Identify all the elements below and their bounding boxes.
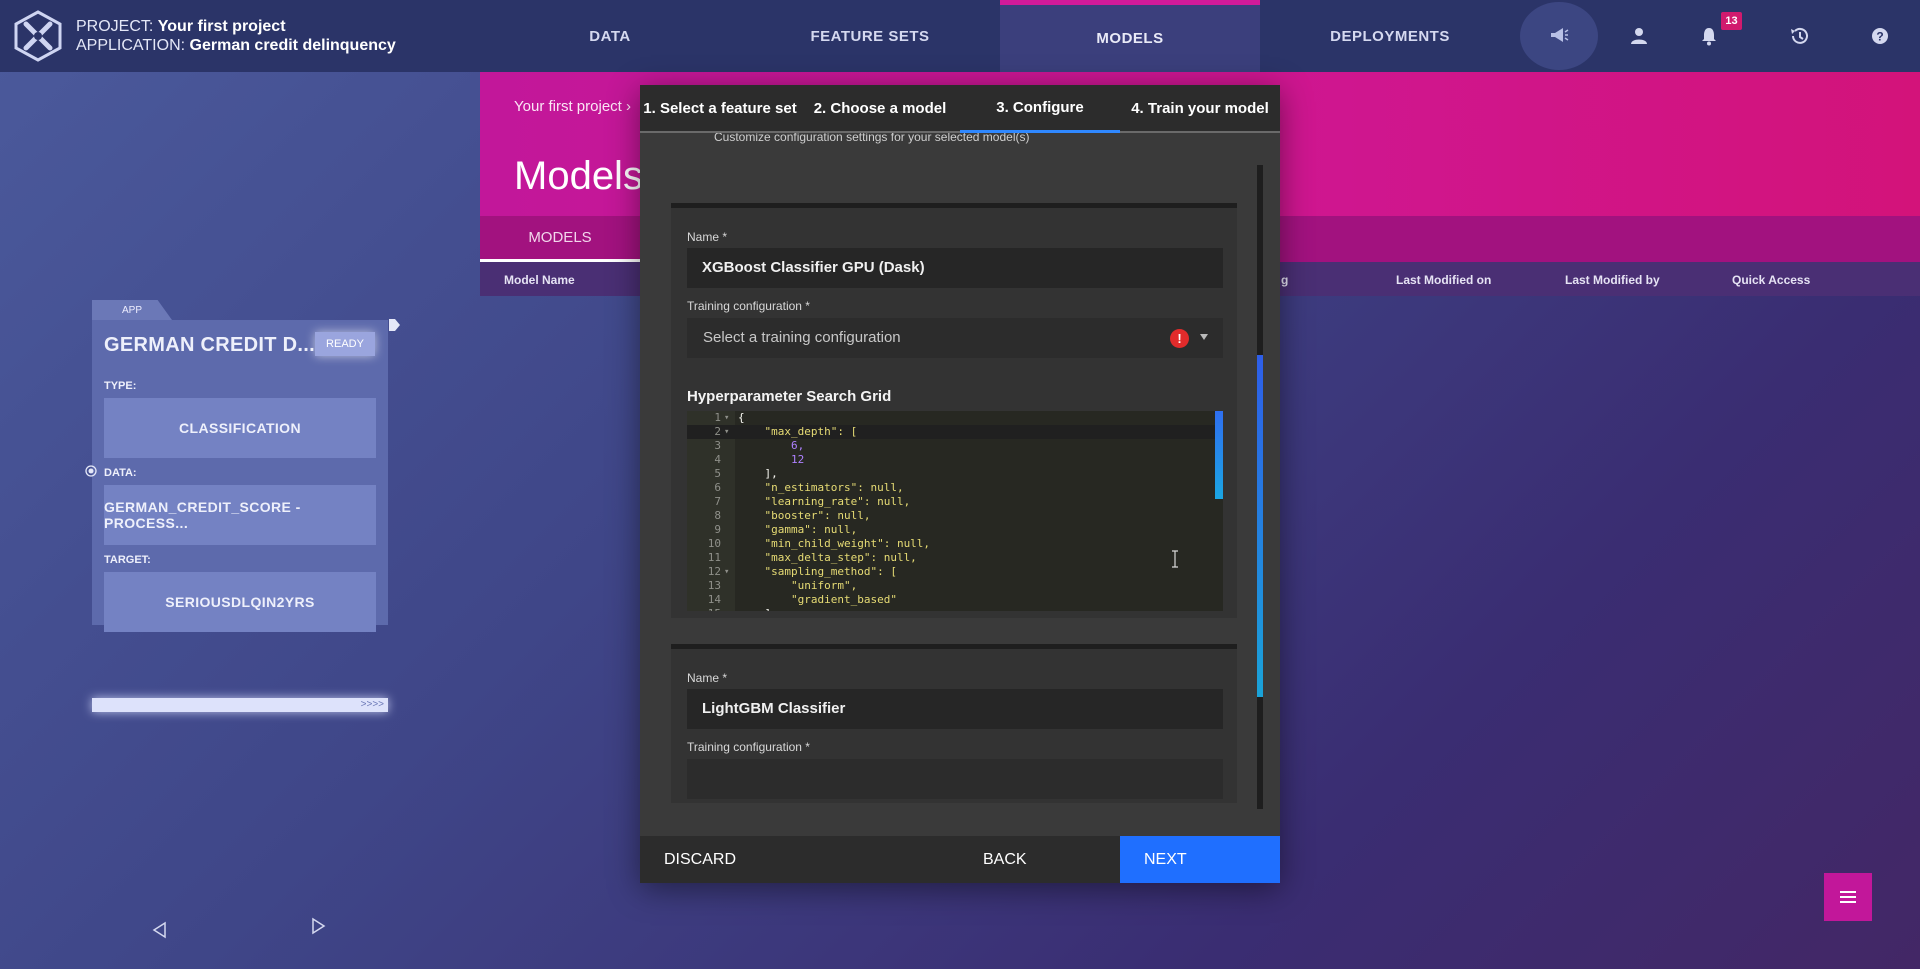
type-label: TYPE: [104, 380, 137, 392]
data-value[interactable]: GERMAN_CREDIT_SCORE - PROCESS... [104, 485, 376, 545]
status-badge: READY [315, 332, 375, 356]
code-line: 13 "uniform", [707, 579, 858, 592]
radio-dot-icon[interactable] [85, 465, 97, 477]
step-select-feature-set[interactable]: 1. Select a feature set [640, 85, 800, 133]
nav-tab-deployments[interactable]: DEPLOYMENTS [1260, 0, 1520, 72]
application-label: APPLICATION: [76, 37, 186, 54]
name-label: Name * [687, 671, 728, 685]
type-value[interactable]: CLASSIFICATION [104, 398, 376, 458]
training-config-select[interactable] [687, 759, 1223, 799]
code-line: 10 "min_child_weight": null, [707, 537, 931, 550]
model-name-input[interactable]: XGBoost Classifier GPU (Dask) [687, 248, 1223, 288]
code-line: 5 ], [714, 467, 778, 480]
model-config-card: Name * XGBoost Classifier GPU (Dask) Tra… [671, 203, 1237, 618]
target-label: TARGET: [104, 554, 151, 566]
history-icon [1791, 27, 1808, 44]
expand-arrow-icon[interactable] [387, 318, 401, 332]
menu-button[interactable] [1824, 873, 1872, 921]
column-partial[interactable]: g [1281, 273, 1288, 287]
hyperparameter-code-editor[interactable]: 1 ▾{ 2 ▾ "max_depth": [ 3 6, 4 12 5 ], 6 "… [687, 411, 1223, 611]
text-cursor-icon [1172, 550, 1178, 568]
next-button[interactable]: NEXT [1120, 836, 1280, 883]
code-line: 3 6, [714, 439, 805, 452]
dialog-footer: DISCARD BACK NEXT [640, 836, 1280, 883]
training-config-label: Training configuration * [687, 740, 810, 754]
help-icon: ? [1872, 28, 1888, 44]
code-line: 7 "learning_rate": null, [714, 495, 911, 508]
menu-icon [1840, 891, 1856, 893]
name-label: Name * [687, 230, 728, 244]
column-quick-access[interactable]: Quick Access [1732, 273, 1810, 287]
app-card-body: GERMAN CREDIT D... READY TYPE: CLASSIFIC… [92, 320, 388, 632]
app-title: GERMAN CREDIT D... [104, 334, 315, 356]
column-last-modified-by[interactable]: Last Modified by [1565, 273, 1660, 287]
code-line: 4 12 [714, 453, 805, 466]
discard-button[interactable]: DISCARD [664, 836, 736, 883]
target-value[interactable]: SERIOUSDLQIN2YRS [104, 572, 376, 632]
data-label: DATA: [104, 467, 137, 479]
code-line: 6 "n_estimators": null, [714, 481, 904, 494]
code-line: 11 "max_delta_step": null, [707, 551, 917, 564]
nav-tab-models[interactable]: MODELS [1000, 0, 1260, 72]
training-config-label: Training configuration * [687, 299, 810, 313]
training-config-select[interactable]: Select a training configuration ! [687, 318, 1223, 358]
help-button[interactable]: ? [1862, 18, 1898, 54]
stepper: 1. Select a feature set 2. Choose a mode… [640, 85, 1280, 133]
user-icon [1631, 28, 1647, 44]
page-title: Models [514, 154, 643, 198]
dialog-scrollbar-thumb[interactable] [1257, 355, 1263, 697]
announcement-button[interactable] [1520, 2, 1598, 70]
editor-scrollbar[interactable] [1215, 411, 1223, 499]
code-line: 14 "gradient_based" [707, 593, 897, 606]
code-line: 12 ▾ "sampling_method": [ [707, 565, 897, 578]
svg-text:?: ? [1876, 30, 1883, 44]
user-button[interactable] [1621, 18, 1657, 54]
train-model-dialog: 1. Select a feature set 2. Choose a mode… [640, 85, 1280, 883]
back-button[interactable]: BACK [983, 836, 1027, 883]
app-progress-bar: >>>> [92, 698, 388, 712]
top-navigation-bar: PROJECT: Your first project APPLICATION:… [0, 0, 1920, 72]
notification-count-badge: 13 [1721, 12, 1742, 30]
project-name: Your first project [157, 18, 286, 35]
code-line: 9 "gamma": null, [714, 523, 858, 536]
customize-description: Customize configuration settings for you… [714, 133, 1030, 144]
column-last-modified-on[interactable]: Last Modified on [1396, 273, 1491, 287]
app-tag: APP [92, 300, 172, 320]
breadcrumb-project[interactable]: Your first project [514, 98, 622, 115]
code-line: 8 "booster": null, [714, 509, 871, 522]
tab-models[interactable]: MODELS [480, 216, 640, 262]
dropdown-arrow-icon[interactable] [1200, 334, 1208, 340]
model-config-card: Name * LightGBM Classifier Training conf… [671, 644, 1237, 803]
step-configure[interactable]: 3. Configure [960, 85, 1120, 133]
nav-tab-feature-sets[interactable]: FEATURE SETS [740, 0, 1000, 72]
error-icon: ! [1170, 329, 1189, 348]
step-choose-model[interactable]: 2. Choose a model [800, 85, 960, 133]
history-button[interactable] [1781, 18, 1817, 54]
announcement-icon [1551, 28, 1569, 42]
breadcrumb[interactable]: Your first project › [514, 98, 631, 115]
app-side-panel: APP GERMAN CREDIT D... READY TYPE: CLASS… [0, 72, 480, 969]
chevron-right-icon: › [626, 98, 631, 115]
previous-arrow-icon[interactable] [150, 920, 170, 940]
hyperparameter-grid-title: Hyperparameter Search Grid [687, 388, 892, 405]
app-logo-icon[interactable] [12, 10, 64, 62]
code-line: 15 ], [687, 607, 1223, 611]
next-arrow-icon[interactable] [308, 916, 328, 936]
nav-tab-data[interactable]: DATA [480, 0, 740, 72]
model-name-input[interactable]: LightGBM Classifier [687, 689, 1223, 729]
project-info: PROJECT: Your first project APPLICATION:… [76, 17, 396, 55]
code-line: 2 ▾ "max_depth": [ [687, 425, 1223, 439]
application-name: German credit delinquency [189, 37, 396, 54]
column-model-name[interactable]: Model Name [504, 273, 575, 287]
dialog-scroll-area[interactable]: Customize configuration settings for you… [640, 133, 1280, 803]
project-label: PROJECT: [76, 18, 154, 35]
training-config-placeholder: Select a training configuration [703, 329, 901, 346]
app-card[interactable]: APP GERMAN CREDIT D... READY TYPE: CLASS… [92, 300, 388, 712]
code-line: 1 ▾{ [714, 411, 745, 424]
step-train-model[interactable]: 4. Train your model [1120, 85, 1280, 133]
bell-icon [1702, 28, 1716, 46]
